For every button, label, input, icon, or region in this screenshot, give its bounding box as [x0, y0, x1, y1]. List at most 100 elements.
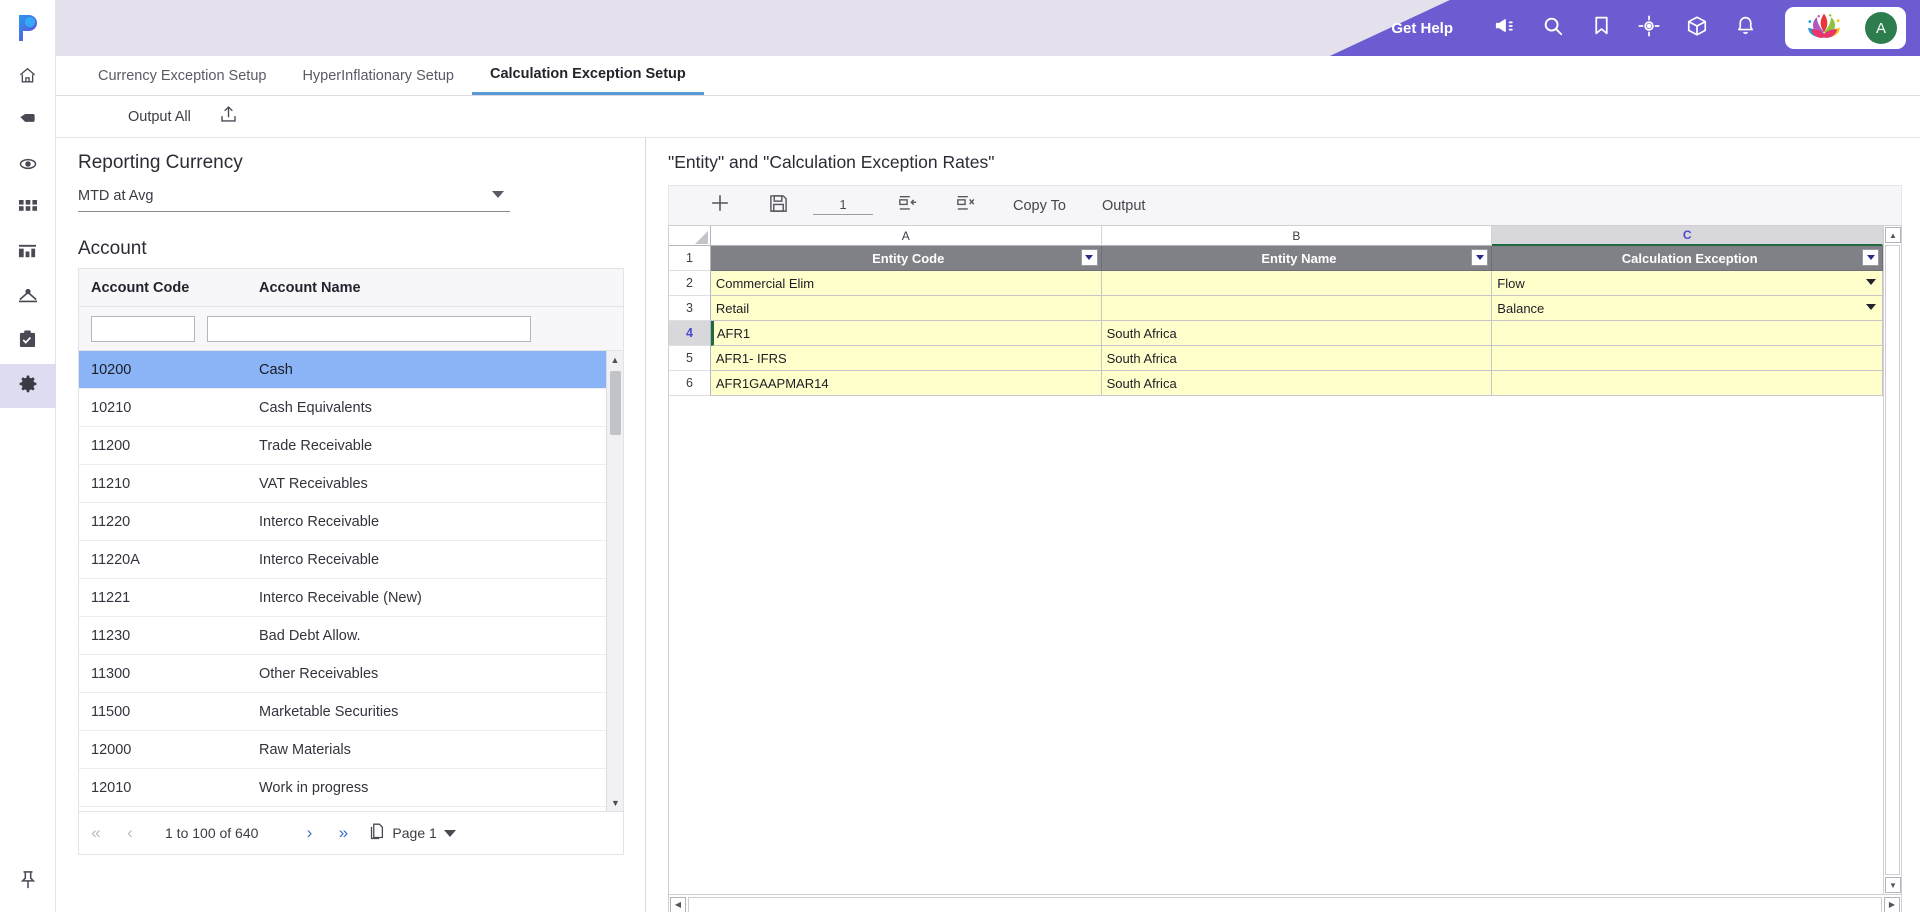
reporting-currency-select[interactable]: MTD at Avg: [78, 184, 510, 212]
sidebar-item-home[interactable]: [0, 56, 56, 100]
column-letter-b[interactable]: B: [1101, 226, 1493, 246]
grid-cell-c5[interactable]: [1492, 346, 1883, 371]
pager-last-button[interactable]: »: [326, 823, 360, 843]
cell-dropdown-caret-icon[interactable]: [1866, 279, 1877, 285]
grid-cell-a5[interactable]: AFR1- IFRS: [710, 346, 1102, 371]
row-header-2[interactable]: 2: [669, 271, 711, 296]
sheet-scroll-right-button[interactable]: ▶: [1884, 896, 1900, 912]
grid-cell-b2[interactable]: [1101, 271, 1493, 296]
grid-cell-c2[interactable]: Flow: [1492, 271, 1883, 296]
table-row[interactable]: 11210 VAT Receivables: [79, 465, 623, 503]
grid-cell-b5[interactable]: South Africa: [1101, 346, 1493, 371]
pager-prev-button[interactable]: ‹: [113, 823, 147, 843]
bookmark-button[interactable]: [1577, 0, 1625, 56]
announcements-button[interactable]: [1481, 0, 1529, 56]
sheet-hscroll-track[interactable]: [688, 896, 1882, 912]
grid-cell-a4[interactable]: AFR1: [710, 321, 1102, 346]
save-button[interactable]: [749, 194, 807, 218]
table-row[interactable]: 12020 Finished Goods: [79, 807, 623, 811]
sheet-scroll-left-button[interactable]: ◀: [670, 896, 686, 912]
account-name-filter-input[interactable]: [207, 315, 531, 342]
output-all-button[interactable]: Output All: [128, 109, 191, 125]
sheet-vertical-scrollbar[interactable]: ▲ ▼: [1883, 226, 1901, 894]
grid-cell-b6[interactable]: South Africa: [1101, 371, 1493, 396]
pager-first-button[interactable]: «: [79, 823, 113, 843]
notifications-button[interactable]: [1721, 0, 1769, 56]
scroll-thumb[interactable]: [610, 371, 621, 435]
scroll-down-icon[interactable]: ▼: [607, 794, 623, 811]
filter-button-entity-code[interactable]: [1080, 249, 1098, 266]
scroll-up-icon[interactable]: ▲: [607, 351, 623, 368]
header-actions: Get Help A: [1391, 0, 1920, 56]
delete-row-button[interactable]: [937, 194, 995, 218]
grid-cell-c3[interactable]: Balance: [1492, 296, 1883, 321]
grid-cell-c6[interactable]: [1492, 371, 1883, 396]
tab-calculation-exception-setup[interactable]: Calculation Exception Setup: [471, 56, 704, 95]
sidebar-item-grid[interactable]: [0, 188, 56, 232]
pin-button[interactable]: [19, 852, 37, 912]
bookmark-icon: [1591, 15, 1612, 41]
sidebar-item-tasks[interactable]: [0, 320, 56, 364]
output-button[interactable]: Output: [1084, 198, 1164, 214]
account-code-filter-input[interactable]: [91, 315, 195, 342]
table-row[interactable]: 11300 Other Receivables: [79, 655, 623, 693]
grid-cell-a2[interactable]: Commercial Elim: [710, 271, 1102, 296]
sheet-vscroll-track[interactable]: [1885, 245, 1900, 875]
table-row[interactable]: 11221 Interco Receivable (New): [79, 579, 623, 617]
add-row-button[interactable]: [691, 193, 749, 218]
sidebar-item-package[interactable]: [0, 100, 56, 144]
sidebar-item-reports[interactable]: [0, 232, 56, 276]
sidebar-item-hierarchy[interactable]: [0, 276, 56, 320]
tab-currency-exception-setup[interactable]: Currency Exception Setup: [80, 56, 284, 95]
copy-to-button[interactable]: Copy To: [995, 198, 1084, 214]
row-header-3[interactable]: 3: [669, 296, 711, 321]
profile-pill[interactable]: A: [1785, 7, 1906, 49]
cube-button[interactable]: [1673, 0, 1721, 56]
sidebar-item-settings[interactable]: [0, 364, 56, 408]
grid-cell-b4[interactable]: South Africa: [1101, 321, 1493, 346]
row-header-6[interactable]: 6: [669, 371, 711, 396]
table-row[interactable]: 12000 Raw Materials: [79, 731, 623, 769]
sheet-scroll-down-button[interactable]: ▼: [1885, 877, 1901, 893]
search-button[interactable]: [1529, 0, 1577, 56]
pager-page-select[interactable]: Page 1: [370, 823, 456, 843]
grid-cell-b3[interactable]: [1101, 296, 1493, 321]
grid-row-1: 1 Entity Code Entity Name Calculation Ex…: [669, 246, 1883, 271]
select-all-corner[interactable]: [669, 226, 711, 246]
row-header-5[interactable]: 5: [669, 346, 711, 371]
target-button[interactable]: [1625, 0, 1673, 56]
filter-button-calculation-exception[interactable]: [1862, 249, 1880, 266]
tab-hyperinflationary-setup[interactable]: HyperInflationary Setup: [284, 56, 472, 95]
column-letter-c[interactable]: C: [1492, 226, 1883, 246]
column-header-account-code[interactable]: Account Code: [79, 280, 247, 296]
row-count-input[interactable]: 1: [813, 197, 873, 215]
sidebar-item-view[interactable]: [0, 144, 56, 188]
table-row[interactable]: 10200 Cash: [79, 351, 623, 389]
grid-cell-c4[interactable]: [1492, 321, 1883, 346]
row-header-1[interactable]: 1: [669, 246, 711, 271]
grid-cell-a3[interactable]: Retail: [710, 296, 1102, 321]
table-row[interactable]: 11200 Trade Receivable: [79, 427, 623, 465]
table-row[interactable]: 11500 Marketable Securities: [79, 693, 623, 731]
insert-row-button[interactable]: [879, 194, 937, 218]
pager-next-button[interactable]: ›: [292, 823, 326, 843]
account-list-scrollbar[interactable]: ▲ ▼: [606, 351, 623, 811]
avatar[interactable]: A: [1865, 12, 1897, 44]
table-row[interactable]: 10210 Cash Equivalents: [79, 389, 623, 427]
table-row[interactable]: 11230 Bad Debt Allow.: [79, 617, 623, 655]
table-row[interactable]: 12010 Work in progress: [79, 769, 623, 807]
row-header-4[interactable]: 4: [669, 321, 711, 346]
cell-dropdown-caret-icon[interactable]: [1866, 304, 1877, 310]
filter-button-entity-name[interactable]: [1471, 249, 1489, 266]
table-row[interactable]: 11220 Interco Receivable: [79, 503, 623, 541]
column-header-account-name[interactable]: Account Name: [247, 280, 623, 296]
sheet-horizontal-scrollbar[interactable]: ◀ ▶: [669, 894, 1901, 912]
get-help-button[interactable]: Get Help: [1391, 20, 1453, 37]
column-letter-a[interactable]: A: [710, 226, 1102, 246]
grid-cell-a6[interactable]: AFR1GAAPMAR14: [710, 371, 1102, 396]
p-logo[interactable]: [0, 0, 56, 56]
account-columns: Account Code Account Name: [79, 269, 623, 307]
table-row[interactable]: 11220A Interco Receivable: [79, 541, 623, 579]
upload-button[interactable]: [219, 105, 238, 129]
sheet-scroll-up-button[interactable]: ▲: [1885, 227, 1901, 243]
